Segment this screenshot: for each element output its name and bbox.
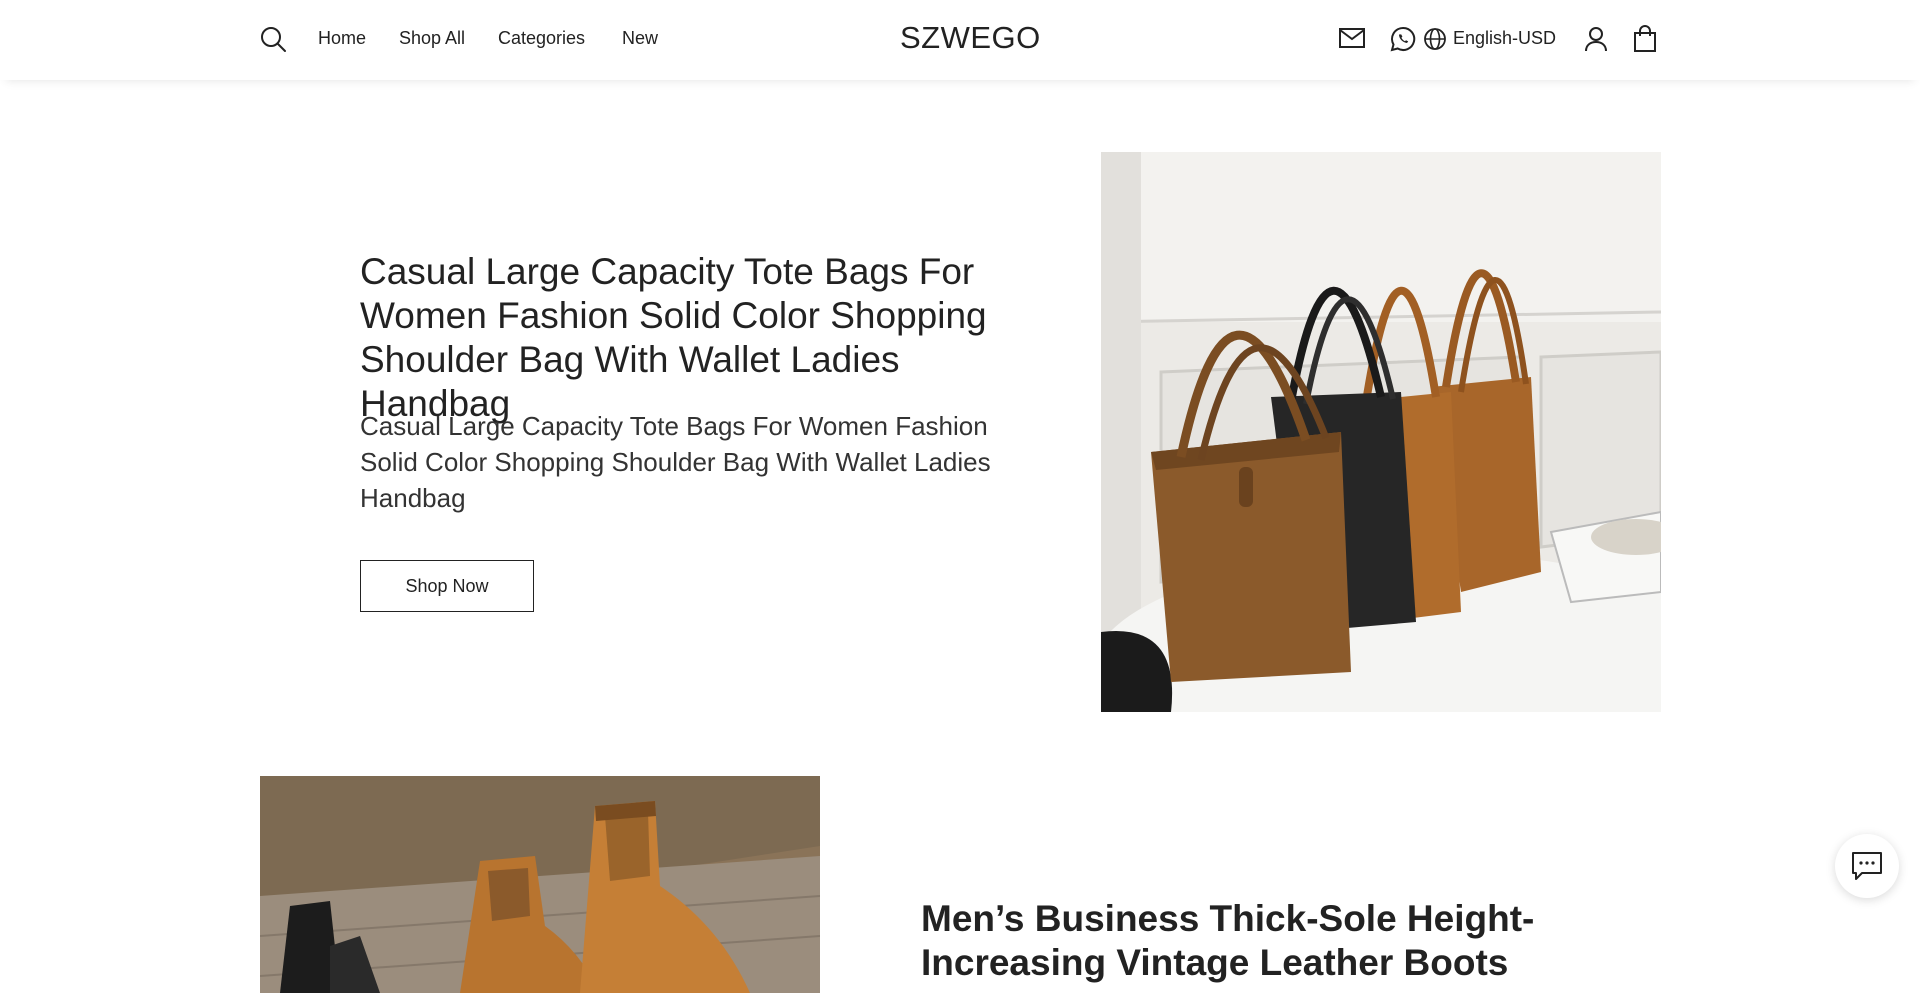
nav-home[interactable]: Home xyxy=(318,28,366,49)
user-icon[interactable] xyxy=(1583,25,1609,53)
whatsapp-icon[interactable] xyxy=(1389,25,1417,53)
nav-shop-all[interactable]: Shop All xyxy=(399,28,465,49)
shop-now-button[interactable]: Shop Now xyxy=(360,560,534,612)
shopping-bag-icon[interactable] xyxy=(1632,24,1658,54)
chat-icon[interactable] xyxy=(1835,834,1899,898)
feature-title-boots: Men’s Business Thick-Sole Height-Increas… xyxy=(921,898,1535,983)
nav-new[interactable]: New xyxy=(622,28,658,49)
site-logo[interactable]: SZWEGO xyxy=(900,20,1040,56)
globe-icon[interactable] xyxy=(1423,27,1447,51)
mail-icon[interactable] xyxy=(1338,25,1366,51)
tote-bags-photo[interactable] xyxy=(1101,152,1661,712)
feature-description: Casual Large Capacity Tote Bags For Wome… xyxy=(360,411,991,513)
search-icon[interactable] xyxy=(258,24,288,54)
leather-boots-photo[interactable] xyxy=(260,776,820,993)
nav-categories[interactable]: Categories xyxy=(498,28,585,49)
site-header: Home Shop All Categories New SZWEGO Engl… xyxy=(0,0,1920,80)
feature-title: Casual Large Capacity Tote Bags For Wome… xyxy=(360,251,987,424)
language-currency-selector[interactable]: English-USD xyxy=(1453,28,1556,49)
